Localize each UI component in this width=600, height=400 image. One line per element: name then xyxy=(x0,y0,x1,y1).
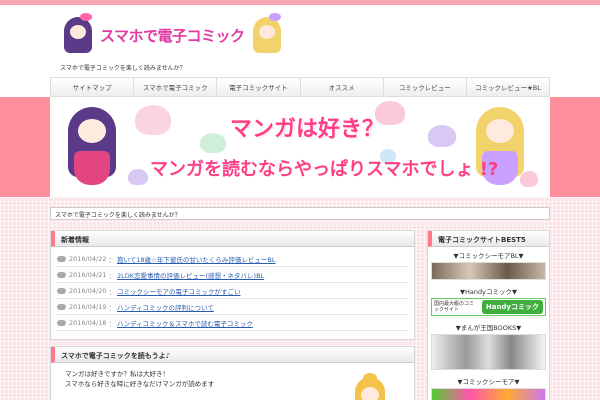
nav-item-comic-review[interactable]: コミックレビュー xyxy=(384,78,467,96)
logo-girl-left-icon xyxy=(58,13,98,57)
logo-girl-right-icon xyxy=(247,13,287,57)
news-separator: ： xyxy=(108,303,115,312)
sidebar-section-label: ▼まんが王国BOOKS▼ xyxy=(455,324,522,332)
news-separator: ： xyxy=(108,255,115,264)
intro-line: マンガは好きですか？私は大好き！ xyxy=(65,370,169,378)
news-link[interactable]: ハンディコミック＆スマホで読む電子コミック xyxy=(117,318,253,328)
site-header: スマホで電子コミック スマホで電子コミックを楽しく読みませんか？ xyxy=(50,5,550,75)
site-tagline: スマホで電子コミックを楽しく読みませんか？ xyxy=(60,65,186,72)
sidebar-section-label: ▼コミックシーモアBL▼ xyxy=(453,252,524,260)
banner-girl-left-icon xyxy=(62,101,122,193)
intro-girl-icon xyxy=(351,373,391,400)
site-logo[interactable]: スマホで電子コミック xyxy=(58,13,287,57)
heart-icon xyxy=(428,125,456,147)
intro-box: スマホで電子コミックを読もうよ♪ マンガは好きですか？私は大好き！ スマホなら好… xyxy=(50,346,415,400)
list-item: 2016/04/20 ： コミックシーモアの電子コミックがすごい xyxy=(57,283,408,299)
news-date: 2016/04/18 xyxy=(69,318,107,327)
sidebar-title: 電子コミックサイトBEST5 xyxy=(428,231,549,247)
bullet-icon xyxy=(57,319,66,326)
global-nav: サイトマップ スマホで電子コミック 電子コミックサイト オススメ コミックレビュ… xyxy=(50,77,550,97)
nav-item-comic-review-bl[interactable]: コミックレビュー★BL xyxy=(467,78,549,96)
nav-item-sitemap[interactable]: サイトマップ xyxy=(51,78,135,96)
news-box: 新着情報 2016/04/22 ： 抱いて18歳☆年下彼氏の甘いたくらみ評価レビ… xyxy=(50,230,415,340)
handy-banner-text: 国内最大級のコミックサイト xyxy=(434,301,475,313)
news-list: 2016/04/22 ： 抱いて18歳☆年下彼氏の甘いたくらみ評価レビューBL … xyxy=(51,247,414,335)
news-separator: ： xyxy=(108,271,115,280)
list-item: 2016/04/22 ： 抱いて18歳☆年下彼氏の甘いたくらみ評価レビューBL xyxy=(57,251,408,267)
breadcrumb: スマホで電子コミックを楽しく読みませんか？ xyxy=(50,207,550,220)
news-separator: ： xyxy=(108,287,115,296)
handy-banner-brand: Handyコミック xyxy=(481,300,543,314)
bullet-icon xyxy=(57,271,66,278)
list-item: 2016/04/19 ： ハンディコミックの評判について xyxy=(57,299,408,315)
news-date: 2016/04/20 xyxy=(69,286,107,295)
sidebar-section-label: ▼コミックシーモア▼ xyxy=(457,378,520,386)
handy-comic-banner[interactable]: 国内最大級のコミックサイト Handyコミック xyxy=(431,298,546,316)
sidebar-ranking: 電子コミックサイトBEST5 ▼コミックシーモアBL▼ ▼Handyコミック▼ … xyxy=(427,230,550,400)
bullet-icon xyxy=(57,287,66,294)
news-title: 新着情報 xyxy=(51,231,414,247)
hero-banner[interactable]: マンガは好き？ マンガを読むならやっぱりスマホでしょ !? xyxy=(50,97,550,197)
intro-title: スマホで電子コミックを読もうよ♪ xyxy=(51,347,414,363)
news-link[interactable]: ハンディコミックの評判について xyxy=(117,302,214,312)
mangaoukoku-banner[interactable] xyxy=(431,334,546,370)
news-date: 2016/04/21 xyxy=(69,270,107,279)
nav-item-smartphone-comic[interactable]: スマホで電子コミック xyxy=(134,78,218,96)
news-link[interactable]: コミックシーモアの電子コミックがすごい xyxy=(117,286,241,296)
banner-headline: マンガは好き？ xyxy=(230,117,385,142)
list-item: 2016/04/18 ： ハンディコミック＆スマホで読む電子コミック xyxy=(57,315,408,331)
news-date: 2016/04/22 xyxy=(69,254,107,263)
news-date: 2016/04/19 xyxy=(69,302,107,311)
list-item: 2016/04/21 ： 2LDK恋愛事情の評価レビュー(感想・ネタバレ)BL xyxy=(57,267,408,283)
sidebar-section-label: ▼Handyコミック▼ xyxy=(460,288,517,296)
nav-item-recommend[interactable]: オススメ xyxy=(301,78,384,96)
intro-line: スマホなら好きな時に好きなだけマンガが読めます xyxy=(65,380,215,388)
bullet-icon xyxy=(57,303,66,310)
bullet-icon xyxy=(57,255,66,262)
logo-text: スマホで電子コミック xyxy=(100,26,245,45)
nav-item-comic-sites[interactable]: 電子コミックサイト xyxy=(217,78,301,96)
heart-icon xyxy=(128,169,148,185)
news-link[interactable]: 抱いて18歳☆年下彼氏の甘いたくらみ評価レビューBL xyxy=(117,254,275,264)
news-separator: ： xyxy=(108,319,115,328)
cmoa-banner[interactable] xyxy=(431,388,546,400)
cmoa-bl-banner[interactable] xyxy=(431,262,546,280)
heart-icon xyxy=(200,133,226,153)
news-link[interactable]: 2LDK恋愛事情の評価レビュー(感想・ネタバレ)BL xyxy=(117,270,264,280)
heart-icon xyxy=(135,105,171,135)
banner-subheadline: マンガを読むならやっぱりスマホでしょ !? xyxy=(150,159,499,180)
